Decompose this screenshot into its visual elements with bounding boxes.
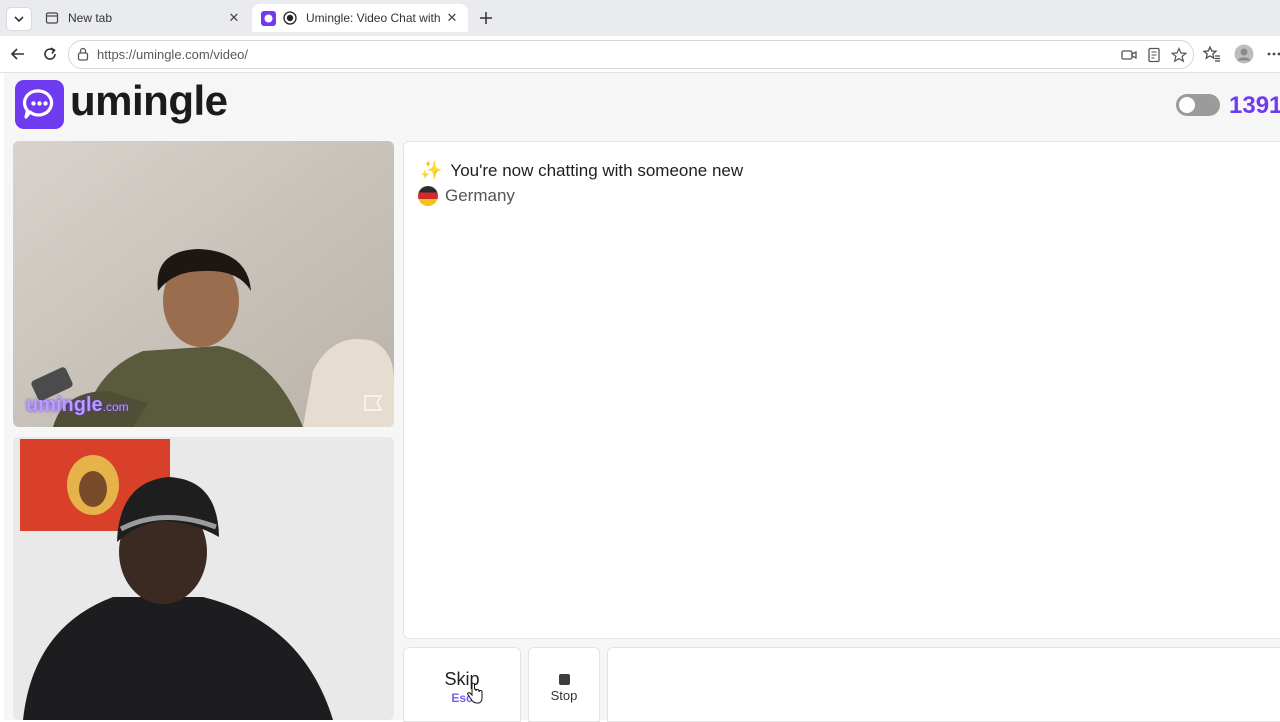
stop-label: Stop [550, 688, 578, 703]
chat-panel: ✨ You're now chatting with someone new G… [403, 141, 1280, 639]
theme-toggle[interactable] [1176, 94, 1220, 116]
profile-icon[interactable] [1234, 44, 1254, 64]
chat-status-text: You're now chatting with someone new [450, 160, 744, 180]
tab-title: New tab [68, 11, 113, 25]
germany-flag-icon [418, 186, 438, 206]
umingle-logo-icon[interactable] [15, 80, 64, 129]
address-bar[interactable]: https://umingle.com/video/ [68, 40, 1194, 69]
browser-tab-bar: New tab ✕ Umingle: Video Chat with Stra … [0, 0, 1280, 36]
skip-label: Skip [444, 669, 480, 689]
stop-icon [559, 674, 570, 685]
stop-button[interactable]: Stop [528, 647, 600, 722]
reader-mode-icon[interactable] [1146, 47, 1162, 63]
tab-umingle[interactable]: Umingle: Video Chat with Stra ✕ [252, 4, 468, 32]
online-count: 1391 [1229, 92, 1280, 119]
recording-indicator-icon [282, 10, 298, 26]
new-tab-icon[interactable] [474, 6, 498, 30]
favorite-star-icon[interactable] [1170, 47, 1188, 63]
stranger-video[interactable]: umingle.com [13, 141, 394, 427]
video-watermark: umingle.com [26, 394, 129, 416]
back-icon[interactable] [6, 42, 30, 66]
tab-list-icon[interactable] [6, 7, 32, 31]
self-video [13, 437, 394, 720]
toggle-knob [1179, 97, 1195, 113]
reload-icon[interactable] [38, 42, 62, 66]
umingle-favicon-icon [260, 10, 276, 26]
logo-wordmark[interactable]: umingle [70, 77, 228, 125]
stranger-country: Germany [418, 186, 515, 206]
new-tab-favicon-icon [44, 10, 60, 26]
close-tab-icon[interactable]: ✕ [442, 8, 462, 28]
skip-shortcut-hint: Esc [451, 691, 473, 705]
tab-title: Umingle: Video Chat with Stra [306, 11, 442, 25]
video-camera-icon[interactable] [1121, 47, 1137, 63]
country-name: Germany [445, 186, 515, 205]
lock-icon[interactable] [77, 47, 89, 66]
close-tab-icon[interactable]: ✕ [224, 8, 244, 28]
page-content: umingle 1391 umingle.com ✨ You're now ch… [4, 73, 1280, 722]
mouse-cursor-icon [466, 682, 484, 710]
sparkles-icon: ✨ [420, 160, 443, 180]
skip-button[interactable]: Skip Esc [403, 647, 521, 722]
chat-status-message: ✨ You're now chatting with someone new [420, 160, 743, 181]
tab-new-tab[interactable]: New tab ✕ [36, 4, 250, 32]
favorites-icon[interactable] [1202, 44, 1222, 64]
url-text: https://umingle.com/video/ [97, 47, 249, 62]
browser-toolbar: https://umingle.com/video/ [0, 36, 1280, 73]
more-icon[interactable] [1264, 44, 1280, 64]
message-input[interactable] [607, 647, 1280, 722]
